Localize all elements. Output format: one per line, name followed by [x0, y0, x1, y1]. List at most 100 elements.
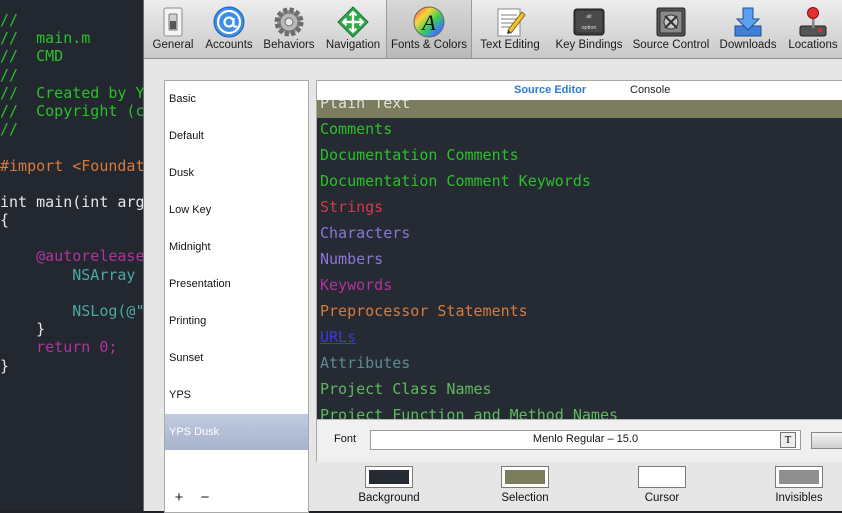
navigation-arrows-icon [337, 6, 369, 38]
syntax-row[interactable]: Preprocessor Statements [317, 300, 842, 326]
toolbar-fonts-colors[interactable]: A Fonts & Colors [386, 0, 472, 58]
syntax-row-label: Preprocessor Statements [320, 302, 528, 320]
toolbar-downloads-label: Downloads [719, 39, 777, 51]
code-line: return 0; [0, 338, 118, 357]
theme-item-label: YPS Dusk [169, 426, 220, 438]
background-color-well[interactable]: Background [357, 466, 421, 504]
selection-swatch[interactable] [501, 466, 549, 488]
theme-item-label: Sunset [169, 352, 204, 364]
remove-theme-button[interactable]: − [195, 489, 215, 506]
syntax-row[interactable]: Comments [317, 118, 842, 144]
invisibles-color-well[interactable]: Invisibles [771, 466, 827, 504]
code-line: // [0, 120, 19, 139]
font-extra-control[interactable] [811, 432, 842, 449]
selection-color-well[interactable]: Selection [496, 466, 554, 504]
syntax-row[interactable]: Project Class Names [317, 378, 842, 404]
toolbar-fonts-colors-label: Fonts & Colors [390, 39, 468, 51]
syntax-row[interactable]: Keywords [317, 274, 842, 300]
syntax-row-label: Attributes [320, 354, 411, 372]
theme-list[interactable]: Basic Default Dusk Low Key Midnight Pres… [164, 80, 309, 513]
cursor-swatch[interactable] [638, 466, 686, 488]
toolbar-key-bindings[interactable]: alt option Key Bindings [549, 0, 629, 58]
syntax-row[interactable]: Strings [317, 196, 842, 222]
theme-item-yps-dusk[interactable]: YPS Dusk [165, 414, 308, 450]
code-line: { [0, 211, 10, 230]
toolbar-downloads[interactable]: Downloads [715, 0, 781, 58]
toolbar-text-editing[interactable]: Text Editing [474, 0, 546, 58]
theme-item-label: Printing [169, 315, 207, 327]
syntax-row-label: Keywords [320, 276, 393, 294]
theme-item-basic[interactable]: Basic [165, 81, 308, 117]
code-line: @autorelease [0, 247, 143, 266]
syntax-row[interactable]: Project Function and Method Names [317, 404, 842, 419]
general-switch-icon [163, 7, 183, 37]
code-line: NSLog(@" [0, 302, 143, 320]
syntax-row[interactable]: Attributes [317, 352, 842, 378]
font-field[interactable]: Menlo Regular – 15.0 T [370, 430, 801, 450]
editor-tabs: Source Editor Console [317, 81, 842, 100]
syntax-row[interactable]: URLs [317, 326, 842, 352]
svg-text:A: A [420, 10, 436, 35]
option-key-icon: alt option [573, 8, 605, 36]
theme-item-midnight[interactable]: Midnight [165, 229, 308, 265]
syntax-row[interactable]: Documentation Comment Keywords [317, 170, 842, 196]
theme-item-dusk[interactable]: Dusk [165, 155, 308, 191]
add-theme-button[interactable]: + [169, 489, 189, 506]
code-line: // [0, 65, 19, 84]
background-swatch[interactable] [365, 466, 413, 488]
code-line: // [0, 11, 19, 29]
font-picker-icon[interactable]: T [780, 432, 796, 448]
invisibles-swatch[interactable] [775, 466, 823, 488]
preferences-window: General Accounts Behaviors Navigation A … [143, 0, 842, 513]
toolbar-text-editing-label: Text Editing [480, 39, 540, 51]
at-sign-icon [213, 6, 245, 38]
svg-text:option: option [582, 25, 597, 31]
code-line: #import <Foundat [0, 156, 143, 175]
code-line: NSArray [0, 265, 143, 284]
code-line: int main(int arg [0, 192, 143, 211]
tab-source-editor[interactable]: Source Editor [514, 84, 586, 96]
theme-item-label: Basic [169, 93, 196, 105]
code-line: // Copyright (c [0, 101, 143, 120]
source-control-icon [656, 7, 686, 37]
syntax-row[interactable]: Documentation Comments [317, 144, 842, 170]
theme-item-presentation[interactable]: Presentation [165, 266, 308, 302]
code-text[interactable]: //// main.m// CMD//// Created by Y// Cop… [0, 11, 143, 375]
theme-item-default[interactable]: Default [165, 118, 308, 154]
theme-item-low-key[interactable]: Low Key [165, 192, 308, 228]
toolbar-accounts[interactable]: Accounts [201, 0, 257, 58]
syntax-row[interactable]: Characters [317, 222, 842, 248]
background-label: Background [358, 492, 420, 504]
code-line: // CMD [0, 47, 64, 66]
theme-item-label: Presentation [169, 278, 231, 290]
toolbar-navigation[interactable]: Navigation [321, 0, 385, 58]
syntax-row[interactable]: Numbers [317, 248, 842, 274]
toolbar-locations[interactable]: Locations [784, 0, 842, 58]
theme-item-sunset[interactable]: Sunset [165, 340, 308, 376]
code-line: // Created by Y [0, 83, 143, 102]
syntax-row[interactable]: Plain Text [317, 100, 842, 118]
locations-joystick-icon [799, 7, 827, 37]
syntax-element-list[interactable]: Plain Text Comments Documentation Comments… [317, 100, 842, 419]
theme-item-yps[interactable]: YPS [165, 377, 308, 413]
syntax-row-label: Plain Text [320, 100, 411, 112]
theme-item-label: Default [169, 130, 204, 142]
syntax-row-label: URLs [320, 328, 357, 346]
theme-item-printing[interactable]: Printing [165, 303, 308, 339]
cursor-label: Cursor [644, 492, 680, 504]
cursor-color-well[interactable]: Cursor [632, 466, 692, 504]
tab-console[interactable]: Console [630, 84, 670, 96]
code-line: } [0, 356, 10, 375]
theme-item-label: YPS [169, 389, 192, 401]
code-line: } [0, 320, 46, 339]
toolbar-general[interactable]: General [146, 0, 200, 58]
background-code-editor[interactable]: //// main.m// CMD//// Created by Y// Cop… [0, 0, 143, 511]
toolbar-source-control[interactable]: Source Control [630, 0, 712, 58]
preferences-toolbar: General Accounts Behaviors Navigation A … [144, 0, 842, 59]
toolbar-behaviors[interactable]: Behaviors [258, 0, 320, 58]
toolbar-locations-label: Locations [788, 39, 838, 51]
toolbar-accounts-label: Accounts [205, 39, 253, 51]
